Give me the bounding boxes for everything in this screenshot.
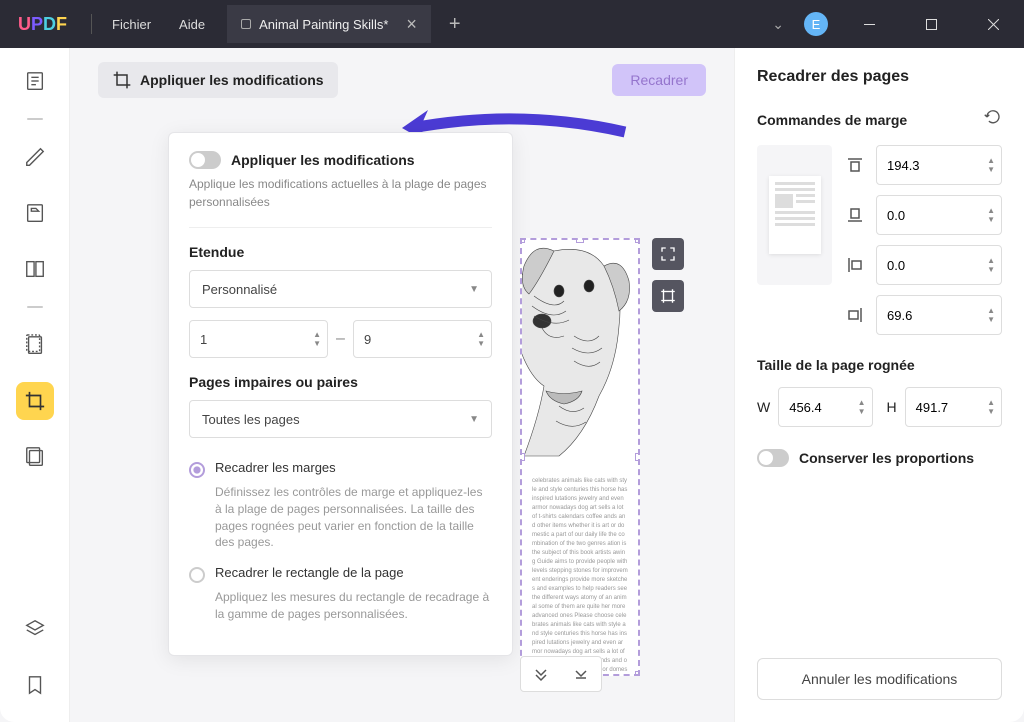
apply-toggle-label: Appliquer les modifications bbox=[231, 152, 415, 168]
crop-margins-desc: Définissez les contrôles de marge et app… bbox=[215, 484, 492, 551]
close-window-button[interactable] bbox=[972, 8, 1014, 40]
dog-illustration bbox=[520, 238, 640, 466]
margin-top-input[interactable]: 194.3▲▼ bbox=[876, 145, 1002, 185]
margin-bottom-icon bbox=[844, 206, 866, 224]
crop-tool-icon[interactable] bbox=[16, 382, 54, 420]
crop-panel: Recadrer des pages Commandes de marge 19… bbox=[734, 48, 1024, 722]
fit-page-button[interactable] bbox=[652, 238, 684, 270]
radio-label: Recadrer les marges bbox=[215, 460, 336, 475]
crop-button[interactable]: Recadrer bbox=[612, 64, 706, 96]
batch-tool-icon[interactable] bbox=[16, 438, 54, 476]
radio-checked-icon bbox=[189, 462, 205, 478]
height-label: H bbox=[887, 399, 897, 415]
menu-file[interactable]: Fichier bbox=[98, 17, 165, 32]
range-dash: – bbox=[336, 330, 345, 348]
margin-controls-label: Commandes de marge bbox=[757, 112, 907, 128]
organize-tool-icon[interactable] bbox=[16, 250, 54, 288]
tool-sidebar bbox=[0, 48, 70, 722]
add-tab-button[interactable]: + bbox=[439, 13, 471, 36]
step-up-icon[interactable]: ▲ bbox=[477, 331, 485, 339]
range-select-value: Personnalisé bbox=[202, 282, 277, 297]
step-up-icon[interactable]: ▲ bbox=[313, 331, 321, 339]
range-select[interactable]: Personnalisé ▼ bbox=[189, 270, 492, 308]
ocr-tool-icon[interactable] bbox=[16, 326, 54, 364]
cancel-changes-button[interactable]: Annuler les modifications bbox=[757, 658, 1002, 700]
apply-changes-popup: Appliquer les modifications Applique les… bbox=[168, 132, 513, 656]
tab-title: Animal Painting Skills* bbox=[259, 17, 388, 32]
titlebar: UPDF Fichier Aide Animal Painting Skills… bbox=[0, 0, 1024, 48]
range-section-label: Etendue bbox=[189, 244, 492, 260]
step-down-icon[interactable]: ▼ bbox=[477, 340, 485, 348]
document-tab[interactable]: Animal Painting Skills* × bbox=[227, 5, 431, 43]
oddeven-select[interactable]: Toutes les pages ▼ bbox=[189, 400, 492, 438]
margin-left-icon bbox=[844, 256, 866, 274]
page-nav bbox=[520, 656, 602, 692]
crop-rect-desc: Appliquez les mesures du rectangle de re… bbox=[215, 589, 492, 623]
apply-description: Applique les modifications actuelles à l… bbox=[189, 175, 492, 211]
lock-aspect-label: Conserver les proportions bbox=[799, 450, 974, 466]
apply-toggle[interactable] bbox=[189, 151, 221, 169]
margin-left-input[interactable]: 0.0▲▼ bbox=[876, 245, 1002, 285]
maximize-button[interactable] bbox=[910, 8, 952, 40]
tab-indicator-icon bbox=[241, 19, 251, 29]
close-icon[interactable]: × bbox=[406, 14, 417, 35]
divider bbox=[27, 118, 43, 120]
app-logo: UPDF bbox=[0, 14, 85, 35]
menu-help[interactable]: Aide bbox=[165, 17, 219, 32]
edit-tool-icon[interactable] bbox=[16, 194, 54, 232]
crop-rect-radio[interactable]: Recadrer le rectangle de la page bbox=[189, 565, 492, 583]
margin-bottom-input[interactable]: 0.0▲▼ bbox=[876, 195, 1002, 235]
radio-label: Recadrer le rectangle de la page bbox=[215, 565, 404, 580]
page-thumbnail bbox=[757, 145, 832, 285]
chevron-down-icon[interactable]: ⌄ bbox=[772, 16, 784, 33]
margin-top-icon bbox=[844, 156, 866, 174]
caret-down-icon: ▼ bbox=[469, 414, 479, 425]
layers-icon[interactable] bbox=[16, 610, 54, 648]
crop-icon bbox=[112, 70, 132, 90]
oddeven-value: Toutes les pages bbox=[202, 412, 300, 427]
apply-changes-button[interactable]: Appliquer les modifications bbox=[98, 62, 338, 98]
range-to-input[interactable]: 9 ▲▼ bbox=[353, 320, 492, 358]
reset-icon[interactable] bbox=[984, 108, 1002, 131]
apply-label: Appliquer les modifications bbox=[140, 72, 324, 88]
crop-margins-radio[interactable]: Recadrer les marges bbox=[189, 460, 492, 478]
bookmark-icon[interactable] bbox=[16, 666, 54, 704]
minimize-button[interactable] bbox=[848, 8, 890, 40]
scroll-down-button[interactable] bbox=[521, 657, 561, 691]
range-from-input[interactable]: 1 ▲▼ bbox=[189, 320, 328, 358]
panel-title: Recadrer des pages bbox=[757, 68, 1002, 86]
cropped-size-label: Taille de la page rognée bbox=[757, 357, 1002, 373]
divider bbox=[189, 227, 492, 228]
caret-down-icon: ▼ bbox=[469, 284, 479, 295]
margin-right-icon bbox=[844, 306, 866, 324]
reader-tool-icon[interactable] bbox=[16, 62, 54, 100]
divider bbox=[91, 14, 92, 34]
step-down-icon[interactable]: ▼ bbox=[313, 340, 321, 348]
width-label: W bbox=[757, 399, 770, 415]
annotate-tool-icon[interactable] bbox=[16, 138, 54, 176]
height-input[interactable]: 491.7▲▼ bbox=[905, 387, 1002, 427]
user-avatar[interactable]: E bbox=[804, 12, 828, 36]
last-page-button[interactable] bbox=[561, 657, 601, 691]
margin-right-input[interactable]: 69.6▲▼ bbox=[876, 295, 1002, 335]
oddeven-section-label: Pages impaires ou paires bbox=[189, 374, 492, 390]
width-input[interactable]: 456.4▲▼ bbox=[778, 387, 872, 427]
page-preview[interactable]: celebrates animals like cats with style … bbox=[520, 238, 640, 676]
divider bbox=[27, 306, 43, 308]
preview-text: celebrates animals like cats with style … bbox=[522, 471, 638, 676]
crop-box-button[interactable] bbox=[652, 280, 684, 312]
lock-aspect-toggle[interactable] bbox=[757, 449, 789, 467]
radio-icon bbox=[189, 567, 205, 583]
